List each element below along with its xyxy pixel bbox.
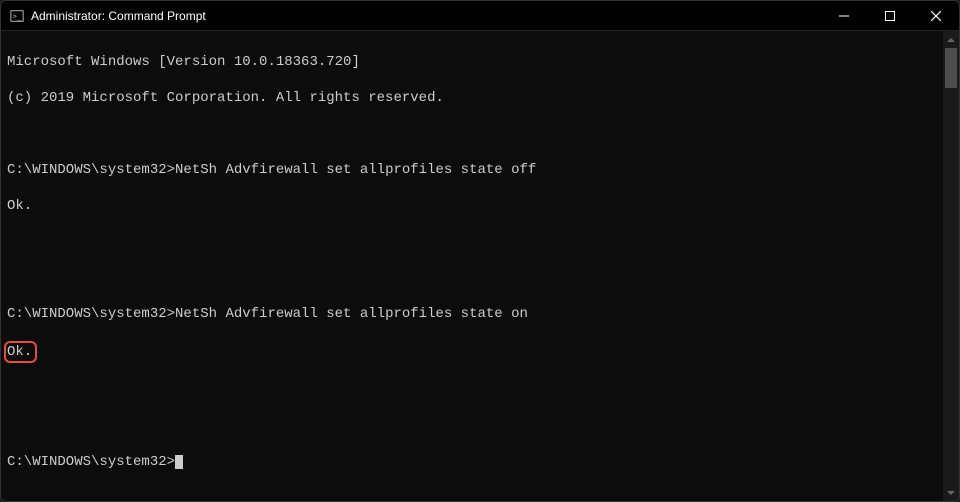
scroll-down-arrow-icon[interactable] bbox=[943, 484, 959, 501]
command-line-1: C:\WINDOWS\system32>NetSh Advfirewall se… bbox=[7, 161, 959, 179]
vertical-scrollbar[interactable] bbox=[943, 31, 959, 501]
window-controls bbox=[821, 1, 959, 30]
result-line-1: Ok. bbox=[7, 197, 959, 215]
prompt: C:\WINDOWS\system32> bbox=[7, 454, 175, 470]
prompt: C:\WINDOWS\system32> bbox=[7, 162, 175, 178]
blank-line bbox=[7, 233, 959, 251]
result-line-2: Ok. bbox=[7, 341, 959, 363]
svg-text:>_: >_ bbox=[13, 12, 22, 20]
scroll-up-arrow-icon[interactable] bbox=[943, 31, 959, 48]
terminal-content: Microsoft Windows [Version 10.0.18363.72… bbox=[7, 35, 959, 501]
minimize-button[interactable] bbox=[821, 1, 867, 30]
titlebar[interactable]: >_ Administrator: Command Prompt bbox=[1, 1, 959, 31]
command-text: NetSh Advfirewall set allprofiles state … bbox=[175, 162, 536, 178]
blank-line bbox=[7, 269, 959, 287]
command-prompt-window: >_ Administrator: Command Prompt Microso… bbox=[0, 0, 960, 502]
current-prompt-line: C:\WINDOWS\system32> bbox=[7, 453, 959, 471]
scrollbar-track[interactable] bbox=[943, 48, 959, 484]
window-title: Administrator: Command Prompt bbox=[31, 9, 821, 23]
blank-line bbox=[7, 125, 959, 143]
terminal-body[interactable]: Microsoft Windows [Version 10.0.18363.72… bbox=[1, 31, 959, 501]
close-button[interactable] bbox=[913, 1, 959, 30]
highlight-annotation: Ok. bbox=[4, 341, 37, 363]
version-line: Microsoft Windows [Version 10.0.18363.72… bbox=[7, 53, 959, 71]
maximize-button[interactable] bbox=[867, 1, 913, 30]
scrollbar-thumb[interactable] bbox=[945, 48, 957, 88]
command-text: NetSh Advfirewall set allprofiles state … bbox=[175, 306, 528, 322]
cmd-icon: >_ bbox=[9, 8, 25, 24]
prompt: C:\WINDOWS\system32> bbox=[7, 306, 175, 322]
cursor bbox=[175, 455, 183, 469]
command-line-2: C:\WINDOWS\system32>NetSh Advfirewall se… bbox=[7, 305, 959, 323]
blank-line bbox=[7, 417, 959, 435]
copyright-line: (c) 2019 Microsoft Corporation. All righ… bbox=[7, 89, 959, 107]
blank-line bbox=[7, 381, 959, 399]
